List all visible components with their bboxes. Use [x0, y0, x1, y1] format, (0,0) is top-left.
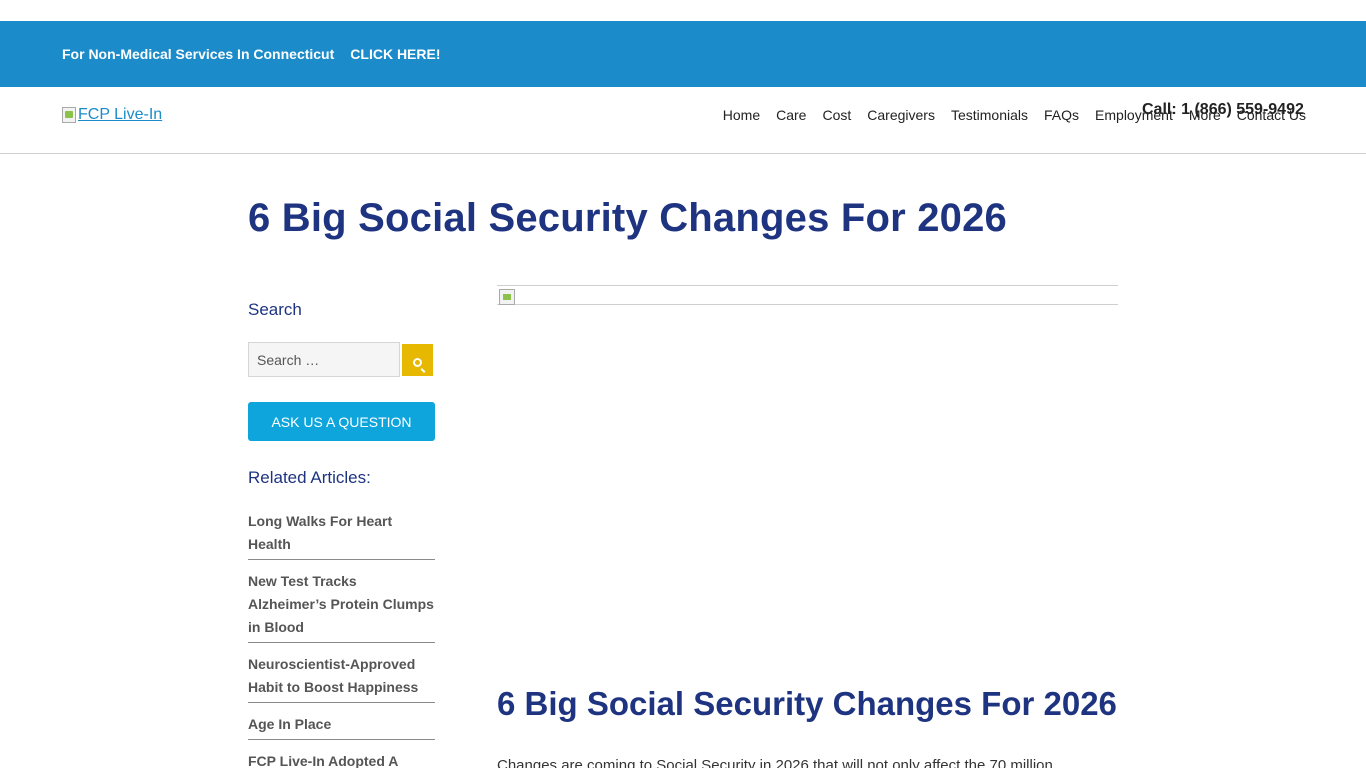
article-hero-image	[497, 285, 1118, 305]
search-button[interactable]	[402, 343, 433, 376]
article: 6 Big Social Security Changes For 2026 C…	[497, 285, 1118, 768]
search-form	[248, 342, 435, 377]
site-header: FCP Live-In Home Care Cost Caregivers Te…	[0, 87, 1366, 154]
related-article-link[interactable]: New Test Tracks Alzheimer’s Protein Clum…	[248, 570, 435, 643]
promo-click-here-link[interactable]: CLICK HERE!	[350, 46, 440, 62]
article-title: 6 Big Social Security Changes For 2026	[497, 685, 1117, 722]
related-articles-heading: Related Articles:	[248, 468, 371, 487]
ask-us-a-question-button[interactable]: ASK US A QUESTION	[248, 402, 435, 441]
nav-testimonials[interactable]: Testimonials	[951, 107, 1028, 123]
search-icon	[413, 357, 422, 367]
sidebar: Search ASK US A QUESTION Related Article…	[248, 300, 435, 768]
related-article-link[interactable]: Long Walks For Heart Health	[248, 510, 435, 560]
nav-home[interactable]: Home	[723, 107, 760, 123]
search-heading: Search	[248, 300, 302, 319]
phone-number[interactable]: Call: 1 (866) 559-9492	[1142, 101, 1304, 119]
search-input[interactable]	[248, 342, 400, 377]
logo-alt-text: FCP Live-In	[78, 106, 163, 123]
nav-cost[interactable]: Cost	[822, 107, 851, 123]
top-banner: For Non-Medical Services In Connecticut …	[0, 21, 1366, 87]
broken-image-icon	[499, 289, 515, 305]
nav-care[interactable]: Care	[776, 107, 806, 123]
page-title: 6 Big Social Security Changes For 2026	[248, 196, 1007, 240]
article-intro: Changes are coming to Social Security in…	[497, 757, 1053, 768]
nav-faqs[interactable]: FAQs	[1044, 107, 1079, 123]
broken-image-icon	[62, 107, 76, 123]
promo-text: For Non-Medical Services In Connecticut	[62, 46, 335, 62]
related-article-link[interactable]: FCP Live-In Adopted A	[248, 750, 435, 768]
nav-caregivers[interactable]: Caregivers	[867, 107, 935, 123]
site-logo[interactable]: FCP Live-In	[62, 103, 162, 127]
related-article-link[interactable]: Neuroscientist-Approved Habit to Boost H…	[248, 653, 435, 703]
related-article-link[interactable]: Age In Place	[248, 713, 435, 740]
related-articles-list: Long Walks For Heart Health New Test Tra…	[248, 510, 435, 768]
